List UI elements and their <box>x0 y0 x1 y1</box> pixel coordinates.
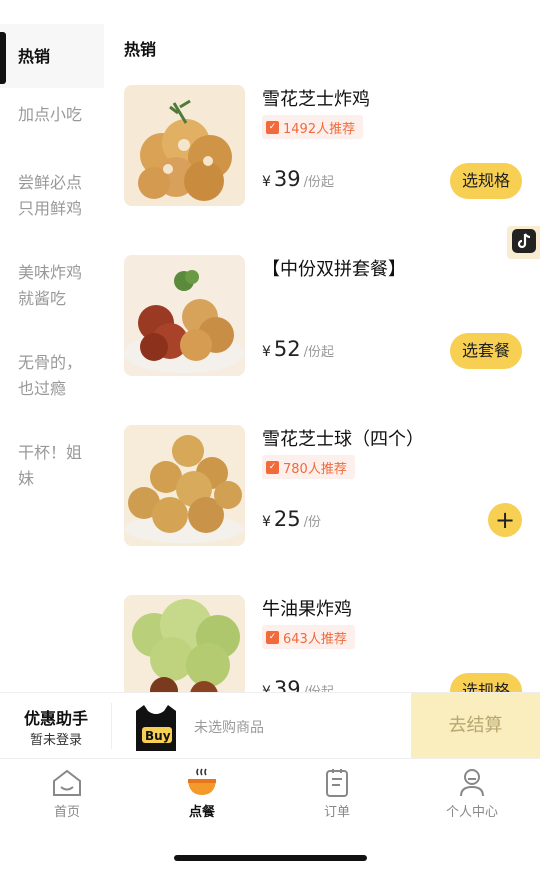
shopping-bag-icon[interactable]: Buy <box>132 701 180 753</box>
currency-symbol: ¥ <box>262 344 271 360</box>
bag-label: Buy <box>145 729 171 743</box>
price-unit: /份起 <box>303 175 335 190</box>
price-value: 25 <box>273 507 301 531</box>
choose-combo-button[interactable]: 选套餐 <box>449 333 522 369</box>
category-fresh-chicken[interactable]: 尝鲜必点只用鲜鸡 <box>0 170 96 222</box>
product-card[interactable]: 雪花芝士球（四个） ✓ 780人推荐 ¥ 25 /份 + <box>124 425 540 549</box>
product-image <box>124 595 245 692</box>
product-price: ¥ 25 /份 <box>262 507 321 531</box>
product-name: 雪花芝士球（四个） <box>262 429 424 450</box>
product-clip: 牛油果炸鸡 ✓ 643人推荐 ¥ 39 /份起 选规格 <box>0 580 540 692</box>
category-boneless[interactable]: 无骨的，也过瘾 <box>0 350 96 402</box>
category-snacks[interactable]: 加点小吃 <box>0 102 90 128</box>
recommend-count: 1492人推荐 <box>283 121 356 137</box>
currency-symbol: ¥ <box>262 514 271 530</box>
active-indicator <box>0 32 6 84</box>
price-value: 52 <box>273 337 301 361</box>
product-image <box>124 255 245 376</box>
product-price: ¥ 39 /份起 <box>262 677 334 692</box>
product-card[interactable]: 【中份双拼套餐】 ¥ 52 /份起 选套餐 <box>124 255 540 379</box>
tiktok-icon <box>511 228 536 257</box>
section-title: 热销 <box>124 40 157 59</box>
user-icon <box>455 767 489 799</box>
tiktok-float-button[interactable] <box>507 226 540 259</box>
currency-symbol: ¥ <box>262 174 271 190</box>
choose-spec-button[interactable]: 选规格 <box>449 673 522 692</box>
bowl-icon <box>185 767 219 799</box>
cart-empty-text: 未选购商品 <box>194 720 264 736</box>
category-label: 加点小吃 <box>18 105 83 124</box>
promo-title: 优惠助手 <box>24 709 89 728</box>
product-card[interactable]: 牛油果炸鸡 ✓ 643人推荐 ¥ 39 /份起 选规格 <box>124 595 540 692</box>
app-screen: 热销 加点小吃 尝鲜必点只用鲜鸡 美味炸鸡就酱吃 无骨的，也过瘾 干杯！姐妹 热… <box>0 0 540 869</box>
divider <box>111 703 112 749</box>
tab-orders[interactable]: 订单 <box>287 767 387 820</box>
home-indicator <box>174 855 367 861</box>
category-label: 尝鲜必点只用鲜鸡 <box>18 173 83 218</box>
tab-profile[interactable]: 个人中心 <box>422 767 522 820</box>
tab-label: 订单 <box>323 805 350 820</box>
price-unit: /份 <box>303 515 322 530</box>
price-value: 39 <box>273 167 301 191</box>
category-label: 干杯！姐妹 <box>18 443 83 488</box>
bottom-tab-bar: 首页 点餐 订单 个人中心 <box>0 758 540 828</box>
product-price: ¥ 39 /份起 <box>262 167 334 191</box>
category-cheers[interactable]: 干杯！姐妹 <box>0 440 96 492</box>
price-unit: /份起 <box>304 681 334 692</box>
promo-assistant[interactable]: 优惠助手 暂未登录 <box>0 693 112 759</box>
currency-symbol: ¥ <box>262 684 271 692</box>
recommend-count: 643人推荐 <box>283 631 347 647</box>
recommend-badge: ✓ 780人推荐 <box>262 455 355 479</box>
category-sauce-chicken[interactable]: 美味炸鸡就酱吃 <box>0 260 96 312</box>
product-name: 【中份双拼套餐】 <box>262 259 406 280</box>
recommend-badge: ✓ 1492人推荐 <box>262 115 364 139</box>
product-card[interactable]: 雪花芝士炸鸡 ✓ 1492人推荐 ¥ 39 /份起 选规格 <box>124 85 540 209</box>
product-name: 雪花芝士炸鸡 <box>262 89 370 110</box>
price-unit: /份起 <box>303 345 335 360</box>
recommend-count: 780人推荐 <box>283 461 347 477</box>
price-value: 39 <box>273 677 301 692</box>
tab-label: 首页 <box>53 805 80 820</box>
tab-order-food[interactable]: 点餐 <box>152 767 252 820</box>
home-icon <box>50 767 84 799</box>
tab-label: 个人中心 <box>445 805 498 820</box>
category-label: 无骨的，也过瘾 <box>18 353 83 398</box>
product-name: 牛油果炸鸡 <box>262 599 352 620</box>
recommend-badge: ✓ 643人推荐 <box>262 625 355 649</box>
thumbs-up-icon: ✓ <box>266 460 279 474</box>
choose-spec-button[interactable]: 选规格 <box>449 163 522 199</box>
login-status: 暂未登录 <box>30 733 83 748</box>
tab-home[interactable]: 首页 <box>17 767 117 820</box>
product-image <box>124 425 245 546</box>
tab-label: 点餐 <box>188 805 215 820</box>
order-icon <box>320 767 354 799</box>
category-hot[interactable]: 热销 <box>0 24 104 88</box>
product-price: ¥ 52 /份起 <box>262 337 334 361</box>
thumbs-up-icon: ✓ <box>266 120 279 134</box>
thumbs-up-icon: ✓ <box>266 630 279 644</box>
cart-bar: 优惠助手 暂未登录 Buy 未选购商品 去结算 <box>0 692 540 759</box>
category-label: 美味炸鸡就酱吃 <box>18 263 83 308</box>
add-to-cart-button[interactable]: + <box>488 503 522 537</box>
checkout-button[interactable]: 去结算 <box>411 693 540 759</box>
category-label: 热销 <box>18 47 51 66</box>
product-image <box>124 85 245 206</box>
